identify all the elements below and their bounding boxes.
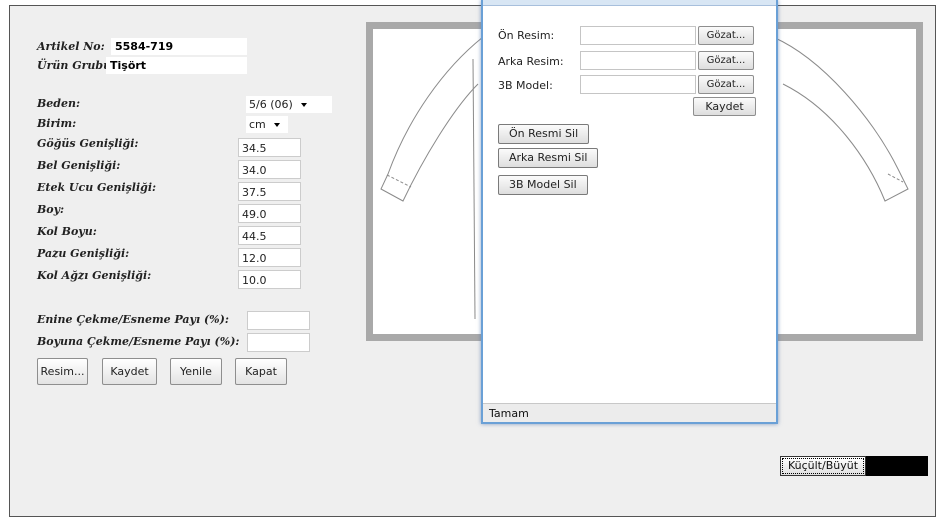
article-no-value: 5584-719 xyxy=(111,38,247,55)
close-button[interactable]: Kapat xyxy=(235,358,287,385)
front-image-browse-button[interactable]: Gözat... xyxy=(698,26,754,45)
chest-width-label: Göğüs Genişliği: xyxy=(37,137,139,150)
length-shrinkage-input[interactable] xyxy=(247,333,310,352)
sleeve-length-label: Kol Boyu: xyxy=(37,225,97,238)
product-group-label: Ürün Grubu: xyxy=(37,59,116,72)
model-3d-input[interactable] xyxy=(580,75,696,94)
hem-width-label: Etek Ucu Genişliği: xyxy=(37,181,157,194)
back-image-input[interactable] xyxy=(580,51,696,70)
sleeve-length-input[interactable]: 44.5 xyxy=(238,226,301,245)
size-select-value: 5/6 (06) xyxy=(249,98,293,111)
waist-width-label: Bel Genişliği: xyxy=(37,159,121,172)
article-no-label: Artikel No: xyxy=(37,40,105,53)
resize-button[interactable]: Küçült/Büyüt xyxy=(780,456,866,476)
refresh-button[interactable]: Yenile xyxy=(170,358,222,385)
delete-front-image-button[interactable]: Ön Resmi Sil xyxy=(498,124,590,144)
waist-width-input[interactable]: 34.0 xyxy=(238,160,301,179)
product-group-value: Tişört xyxy=(106,57,247,74)
model-3d-browse-button[interactable]: Gözat... xyxy=(698,75,754,94)
size-label: Beden: xyxy=(37,97,81,110)
chest-width-input[interactable]: 34.5 xyxy=(238,138,301,157)
length-input[interactable]: 49.0 xyxy=(238,204,301,223)
image-button[interactable]: Resim... xyxy=(37,358,88,385)
dialog-save-button[interactable]: Kaydet xyxy=(693,97,756,116)
size-select[interactable]: 5/6 (06) xyxy=(246,96,332,113)
image-upload-dialog: Ön Resim: Gözat... Arka Resim: Gözat... … xyxy=(481,0,778,424)
tshirt-sketch-right xyxy=(772,36,909,202)
model-3d-label: 3B Model: xyxy=(498,79,553,92)
length-label: Boy: xyxy=(37,203,65,216)
black-panel xyxy=(866,456,928,476)
cuff-width-label: Kol Ağzı Genişliği: xyxy=(37,269,152,282)
delete-3d-model-button[interactable]: 3B Model Sil xyxy=(498,175,588,195)
bicep-width-input[interactable]: 12.0 xyxy=(238,248,301,267)
bicep-width-label: Pazu Genişliği: xyxy=(37,247,130,260)
front-image-input[interactable] xyxy=(580,26,696,45)
unit-select-value: cm xyxy=(249,118,266,131)
length-shrinkage-label: Boyuna Çekme/Esneme Payı (%): xyxy=(37,335,240,348)
delete-back-image-button[interactable]: Arka Resmi Sil xyxy=(498,148,599,168)
front-image-label: Ön Resim: xyxy=(498,29,555,42)
chevron-down-icon xyxy=(273,123,280,127)
tshirt-sketch-left xyxy=(380,36,484,320)
hem-width-input[interactable]: 37.5 xyxy=(238,182,301,201)
dialog-status-bar: Tamam xyxy=(483,403,776,422)
width-shrinkage-label: Enine Çekme/Esneme Payı (%): xyxy=(37,313,229,326)
chevron-down-icon xyxy=(300,103,307,107)
dialog-title-bar xyxy=(483,0,776,6)
back-image-browse-button[interactable]: Gözat... xyxy=(698,51,754,70)
width-shrinkage-input[interactable] xyxy=(247,311,310,330)
back-image-label: Arka Resim: xyxy=(498,55,564,68)
save-button[interactable]: Kaydet xyxy=(102,358,157,385)
cuff-width-input[interactable]: 10.0 xyxy=(238,270,301,289)
unit-label: Birim: xyxy=(37,117,77,130)
unit-select[interactable]: cm xyxy=(246,116,288,133)
